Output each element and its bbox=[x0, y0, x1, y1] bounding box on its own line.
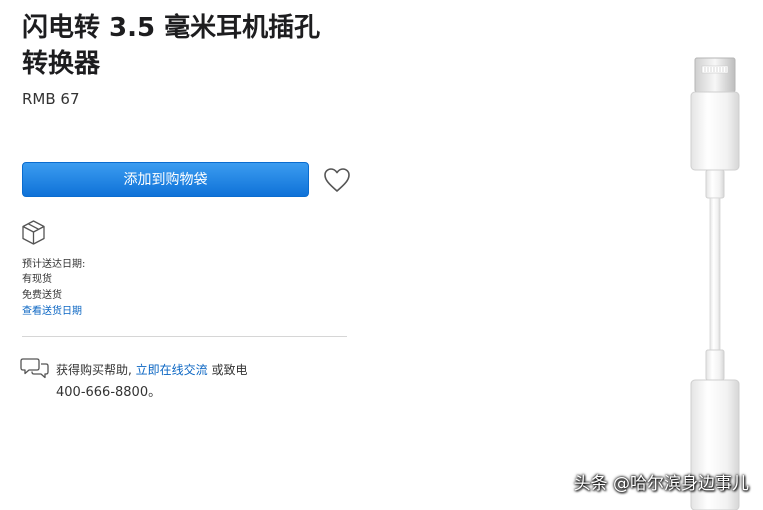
chat-bubbles-icon bbox=[20, 358, 49, 379]
heart-icon[interactable] bbox=[323, 167, 351, 193]
box-icon bbox=[22, 220, 45, 245]
chat-now-link[interactable]: 立即在线交流 bbox=[136, 363, 208, 377]
product-title-line2: 转换器 bbox=[22, 49, 101, 79]
shipping-label: 预计送达日期: bbox=[22, 259, 86, 270]
help-suffix: 或致电 bbox=[207, 363, 248, 377]
view-delivery-dates-link[interactable]: 查看送货日期 bbox=[22, 302, 82, 317]
help-phone: 400-666-8800。 bbox=[56, 385, 162, 400]
stock-status: 有现货 bbox=[22, 274, 52, 285]
watermark-text: 头条 @哈尔滨身边事儿 bbox=[573, 474, 749, 494]
product-price: RMB 67 bbox=[22, 90, 80, 108]
product-title-line1: 闪电转 3.5 毫米耳机插孔 bbox=[22, 13, 321, 43]
product-image bbox=[690, 57, 740, 510]
help-prefix: 获得购买帮助, bbox=[56, 363, 136, 377]
delivery-info: 免费送货 bbox=[22, 290, 62, 301]
divider bbox=[22, 336, 347, 337]
product-title: 闪电转 3.5 毫米耳机插孔 转换器 bbox=[22, 10, 362, 82]
help-text: 获得购买帮助, 立即在线交流 或致电 bbox=[56, 361, 247, 378]
add-to-bag-button[interactable]: 添加到购物袋 bbox=[22, 162, 309, 197]
